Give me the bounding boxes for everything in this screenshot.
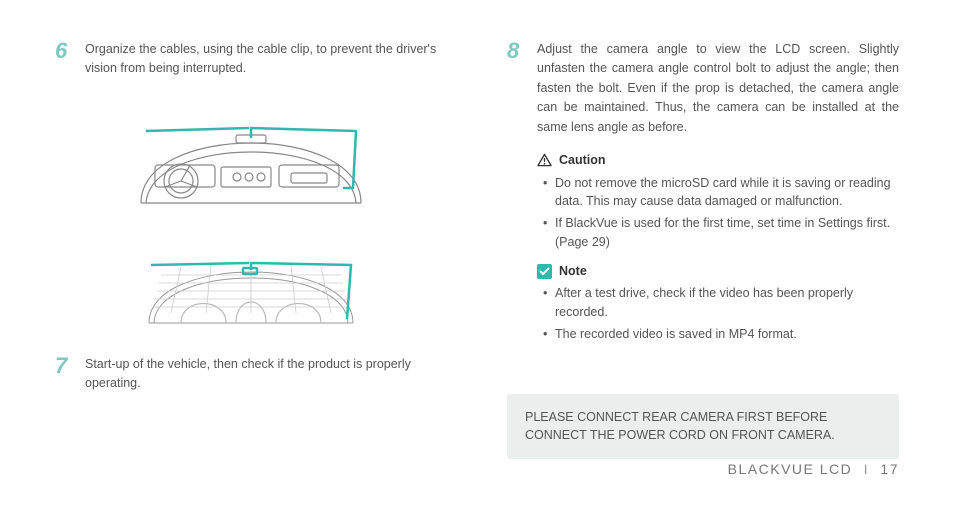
step-number: 8 <box>507 40 527 137</box>
note-title: Note <box>559 262 587 281</box>
right-column: 8 Adjust the camera angle to view the LC… <box>507 40 899 459</box>
figure-rear-view <box>121 235 381 335</box>
caution-icon <box>537 153 552 167</box>
note-item: After a test drive, check if the video h… <box>543 284 899 322</box>
left-column: 6 Organize the cables, using the cable c… <box>55 40 447 459</box>
note-list: After a test drive, check if the video h… <box>537 284 899 343</box>
step-number: 6 <box>55 40 75 79</box>
caution-list: Do not remove the microSD card while it … <box>537 174 899 252</box>
caution-heading: Caution <box>537 151 899 170</box>
note-item: The recorded video is saved in MP4 forma… <box>543 325 899 344</box>
step-6: 6 Organize the cables, using the cable c… <box>55 40 447 79</box>
step-text: Adjust the camera angle to view the LCD … <box>537 40 899 137</box>
step-7: 7 Start-up of the vehicle, then check if… <box>55 355 447 394</box>
footer-page: 17 <box>880 461 899 477</box>
page-footer: BLACKVUE LCD I 17 <box>728 459 899 480</box>
step-number: 7 <box>55 355 75 394</box>
footer-brand: BLACKVUE LCD <box>728 461 853 477</box>
check-icon <box>537 264 552 279</box>
caution-block: Caution Do not remove the microSD card w… <box>537 151 899 344</box>
step-text: Start-up of the vehicle, then check if t… <box>85 355 447 394</box>
notice-box: PLEASE CONNECT REAR CAMERA FIRST BEFORE … <box>507 394 899 460</box>
figures <box>55 93 447 335</box>
step-8: 8 Adjust the camera angle to view the LC… <box>507 40 899 137</box>
caution-title: Caution <box>559 151 606 170</box>
footer-separator: I <box>864 461 869 477</box>
caution-item: Do not remove the microSD card while it … <box>543 174 899 212</box>
note-heading: Note <box>537 262 899 281</box>
step-text: Organize the cables, using the cable cli… <box>85 40 447 79</box>
caution-item: If BlackVue is used for the first time, … <box>543 214 899 252</box>
figure-front-interior <box>121 93 381 223</box>
